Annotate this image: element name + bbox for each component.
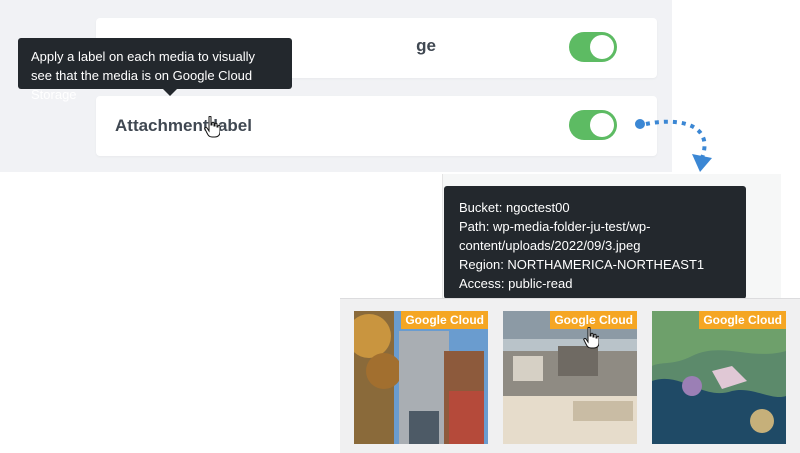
construction-photo-icon (503, 311, 637, 444)
setting-label: Attachment label (115, 116, 252, 135)
media-item[interactable]: Google Cloud (652, 311, 786, 444)
bucket-text: Bucket: ngoctest00 (459, 200, 570, 215)
media-grid: Google Cloud Google Cloud Google Cloud (340, 298, 800, 453)
setting-tooltip: Apply a label on each media to visually … (18, 38, 292, 102)
flow-arrow-icon (635, 119, 712, 172)
setting-label-partial: ge (416, 36, 436, 55)
media-info-tooltip: Bucket: ngoctest00 Path: wp-media-folder… (444, 186, 746, 306)
gcs-badge: Google Cloud (401, 311, 488, 329)
gcs-badge: Google Cloud (699, 311, 786, 329)
hand-cursor-icon (583, 327, 599, 349)
attachment-label-toggle[interactable] (569, 110, 617, 140)
media-item[interactable]: Google Cloud (503, 311, 637, 444)
setting-card-attachment-label: Attachment label (96, 96, 657, 156)
hand-cursor-icon (204, 116, 220, 138)
building-photo-icon (354, 311, 488, 444)
gcs-label-toggle[interactable] (569, 32, 617, 62)
region-text: Region: NORTHAMERICA-NORTHEAST1 (459, 257, 705, 272)
media-item[interactable]: Google Cloud (354, 311, 488, 444)
path-text-cont: content/uploads/2022/09/3.jpeg (459, 238, 641, 253)
access-text: Access: public-read (459, 276, 573, 291)
path-text: Path: wp-media-folder-ju-test/wp- (459, 219, 651, 234)
map-photo-icon (652, 311, 786, 444)
